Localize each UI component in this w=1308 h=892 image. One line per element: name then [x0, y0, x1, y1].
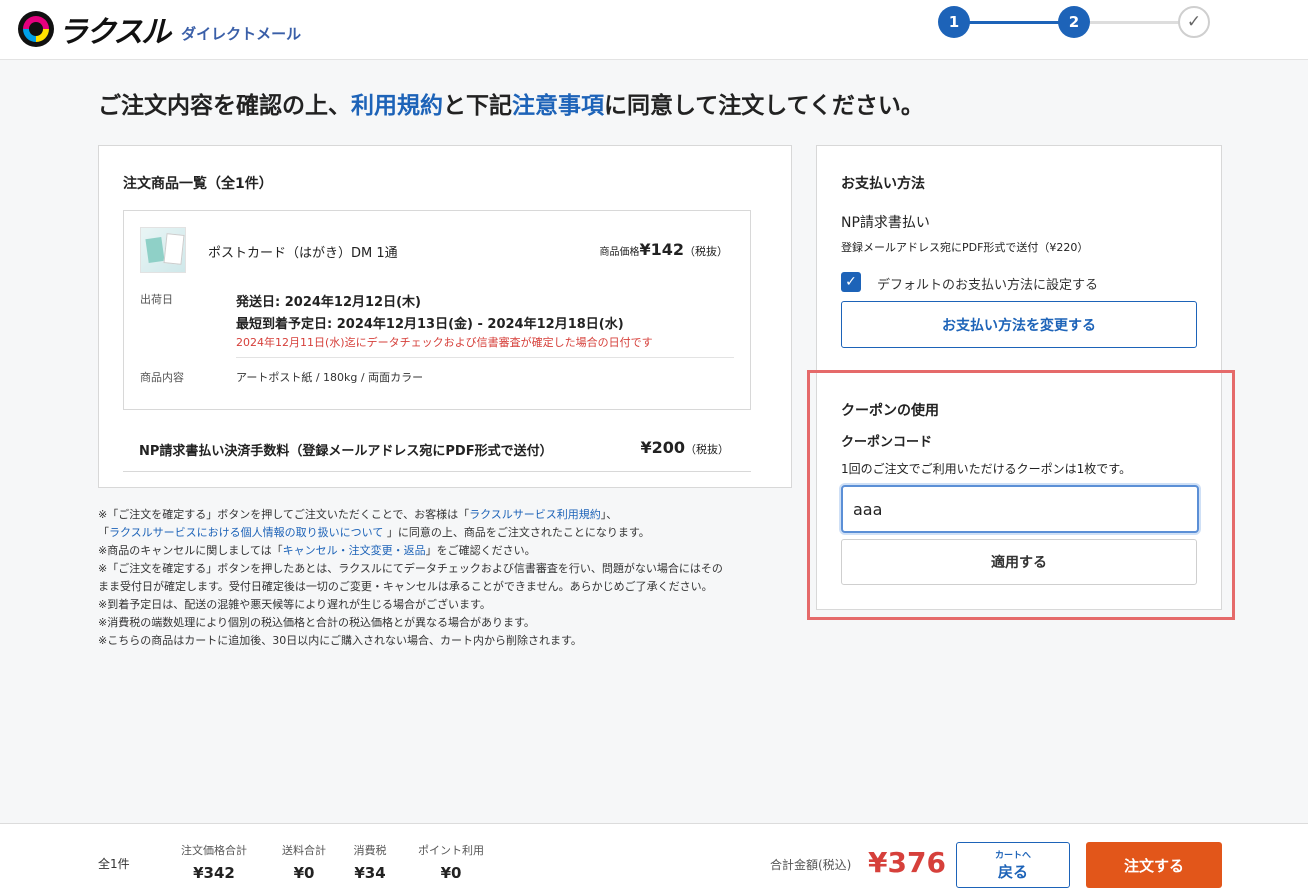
logo-subtitle: ダイレクトメール [181, 24, 302, 43]
fee-row: NP請求書払い決済手数料（登録メールアドレス宛にPDF形式で送付） ¥200（税… [123, 434, 751, 472]
notes-section: ※「ご注文を確定する」ボタンを押してご注文いただくことで、お客様は「ラクスルサー… [98, 506, 798, 650]
order-items-panel: 注文商品一覧（全1件） ポストカード（はがき）DM 1通 商品価格¥142（税抜… [98, 145, 792, 488]
payment-description: 登録メールアドレス宛にPDF形式で送付（¥220） [841, 241, 1089, 254]
note-text: 」をご確認ください。 [425, 544, 536, 557]
cancel-policy-link[interactable]: キャンセル・注文変更・返品 [283, 544, 426, 557]
logo-text: ラクスル [58, 15, 171, 50]
coupon-title: クーポンの使用 [841, 403, 939, 419]
order-items-title: 注文商品一覧（全1件） [123, 176, 273, 192]
default-payment-checkbox[interactable]: ✓ [841, 272, 861, 292]
back-to-cart-button[interactable]: カートへ 戻る [956, 842, 1070, 888]
progress-stepper: 1 2 ✓ [938, 6, 1210, 38]
spec-label: 商品内容 [140, 371, 184, 384]
logo[interactable]: ラクスル ダイレクトメール [18, 7, 301, 51]
step-line-pending [1090, 21, 1182, 24]
tax-label: 消費税 [353, 844, 387, 857]
fee-price: ¥200（税抜） [640, 438, 729, 457]
ship-date: 発送日: 2024年12月12日(木) [236, 295, 421, 310]
product-price: 商品価格¥142（税抜） [599, 240, 728, 259]
header: ラクスル ダイレクトメール 1 2 ✓ [0, 0, 1308, 60]
points-used: ポイント利用 ¥0 [412, 842, 490, 882]
title-part: に同意して注文してください。 [604, 93, 924, 119]
note-text: ※商品のキャンセルに関しましては「 [98, 544, 283, 557]
note-text: 「 [98, 526, 109, 539]
step-line-done [968, 21, 1060, 24]
subtotal: 注文価格合計 ¥342 [176, 842, 252, 882]
payment-method: NP請求書払い [841, 215, 930, 231]
points-value: ¥0 [440, 864, 462, 882]
step-complete-check-icon: ✓ [1178, 6, 1210, 38]
note-line: ※こちらの商品はカートに追加後、30日以内にご購入されない場合、カート内から削除… [98, 634, 582, 647]
total-label: 合計金額(税込) [770, 858, 852, 872]
fee-label: NP請求書払い決済手数料（登録メールアドレス宛にPDF形式で送付） [139, 444, 553, 459]
note-text: ※「ご注文を確定する」ボタンを押してご注文いただくことで、お客様は「 [98, 508, 470, 521]
shipping-label: 送料合計 [282, 844, 326, 857]
note-line: まま受付日が確定します。受付日確定後は一切のご変更・キャンセルは承ることができま… [98, 580, 713, 593]
note-text: 」、 [600, 508, 618, 521]
note-text: 」に同意の上、商品をご注文されたことになります。 [383, 526, 650, 539]
subtotal-label: 注文価格合計 [181, 844, 247, 857]
subtotal-value: ¥342 [193, 864, 235, 882]
payment-title: お支払い方法 [841, 176, 925, 192]
page-title: ご注文内容を確認の上、利用規約と下記注意事項に同意して注文してください。 [98, 86, 924, 120]
fee-value: ¥200 [640, 438, 685, 457]
product-thumbnail [140, 227, 186, 273]
points-label: ポイント利用 [418, 844, 484, 857]
service-terms-link[interactable]: ラクスルサービス利用規約 [469, 508, 601, 521]
product-spec: アートポスト紙 / 180kg / 両面カラー [236, 371, 424, 384]
back-small-label: カートへ [994, 851, 1031, 861]
tax-note: （税抜） [684, 245, 728, 258]
price-value: ¥142 [639, 240, 684, 259]
title-part: ご注文内容を確認の上、 [98, 93, 351, 119]
coupon-code-label: クーポンコード [841, 435, 933, 450]
note-line: 「ラクスルサービスにおける個人情報の取り扱いについて 」に同意の上、商品をご注文… [98, 524, 798, 542]
note-line: ※「ご注文を確定する」ボタンを押してご注文いただくことで、お客様は「ラクスルサー… [98, 506, 798, 524]
price-label: 商品価格 [599, 247, 640, 258]
back-big-label: 戻る [997, 863, 1028, 881]
title-part: と下記 [443, 93, 512, 119]
privacy-link[interactable]: ラクスルサービスにおける個人情報の取り扱いについて [109, 526, 383, 539]
shipping-total: 送料合計 ¥0 [278, 842, 330, 882]
note-line: ※到着予定日は、配送の混雑や悪天候等により遅れが生じる場合がございます。 [98, 598, 491, 611]
coupon-code-input[interactable] [841, 485, 1199, 533]
terms-link[interactable]: 利用規約 [351, 93, 443, 119]
ship-label: 出荷日 [140, 293, 173, 306]
tax-note: （税抜） [685, 443, 729, 456]
note-line: ※商品のキャンセルに関しましては「キャンセル・注文変更・返品」をご確認ください。 [98, 542, 798, 560]
change-payment-button[interactable]: お支払い方法を変更する [841, 301, 1197, 348]
coupon-description: 1回のご注文でご利用いただけるクーポンは1枚です。 [841, 462, 1132, 476]
tax-value: ¥34 [354, 864, 386, 882]
shipping-value: ¥0 [293, 864, 315, 882]
divider [236, 357, 734, 358]
step-1: 1 [938, 6, 970, 38]
total-amount: ¥376 [868, 846, 946, 879]
tax-total: 消費税 ¥34 [350, 842, 390, 882]
apply-coupon-button[interactable]: 適用する [841, 539, 1197, 585]
coupon-section: クーポンの使用 クーポンコード 1回のご注文でご利用いただけるクーポンは1枚です… [807, 370, 1235, 620]
ship-note: 2024年12月11日(水)迄にデータチェックおよび信書審査が確定した場合の日付… [236, 336, 653, 349]
item-count: 全1件 [98, 857, 130, 871]
step-2: 2 [1058, 6, 1090, 38]
product-name: ポストカード（はがき）DM 1通 [208, 246, 398, 261]
order-item-card: ポストカード（はがき）DM 1通 商品価格¥142（税抜） 出荷日 発送日: 2… [123, 210, 751, 410]
place-order-button[interactable]: 注文する [1086, 842, 1222, 888]
note-line: ※消費税の端数処理により個別の税込価格と合計の税込価格とが異なる場合があります。 [98, 616, 535, 629]
logo-mark-icon [18, 11, 54, 47]
notes-link[interactable]: 注意事項 [512, 93, 604, 119]
arrival-date: 最短到着予定日: 2024年12月13日(金) - 2024年12月18日(水) [236, 317, 624, 332]
default-payment-label[interactable]: デフォルトのお支払い方法に設定する [877, 274, 1098, 293]
check-icon: ✓ [845, 274, 857, 290]
note-line: ※「ご注文を確定する」ボタンを押したあとは、ラクスルにてデータチェックおよび信書… [98, 562, 723, 575]
footer-bar: 全1件 注文価格合計 ¥342 送料合計 ¥0 消費税 ¥34 ポイント利用 ¥0 合計… [0, 823, 1308, 892]
